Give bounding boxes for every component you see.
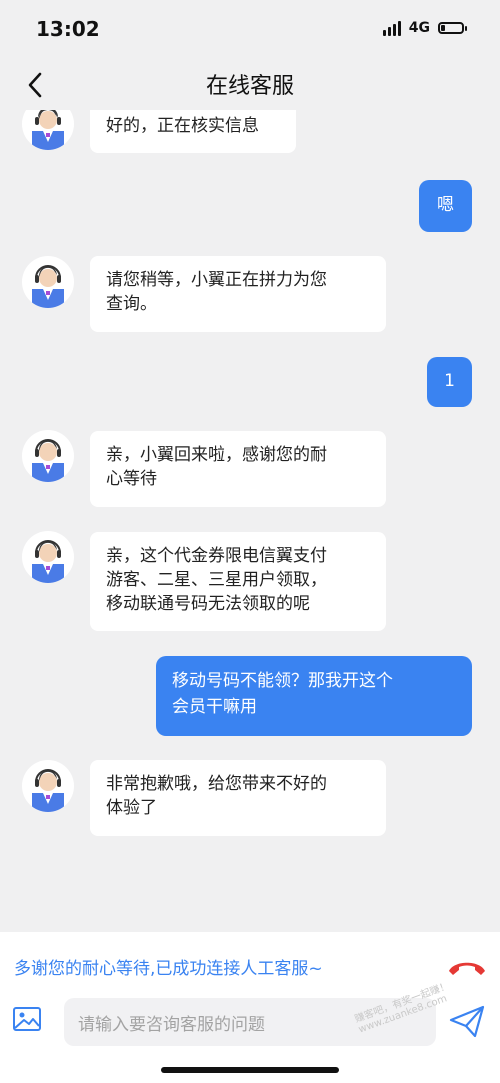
- home-indicator[interactable]: [161, 1067, 339, 1073]
- agent-avatar-icon: [32, 265, 64, 308]
- message-line: 游客、二星、三星用户领取，: [106, 570, 327, 590]
- status-indicators: 4G: [382, 20, 467, 36]
- battery-icon: [438, 22, 467, 34]
- battery-level: [441, 25, 445, 31]
- input-placeholder: 请输入要咨询客服的问题: [78, 1015, 265, 1035]
- status-time: 13:02: [36, 17, 100, 41]
- network-label: 4G: [408, 20, 430, 36]
- message-text: 好的，正在核实信息: [106, 116, 259, 136]
- message-line: 亲，这个代金券限电信翼支付: [106, 546, 327, 566]
- status-bar: 13:02 4G: [0, 0, 500, 60]
- agent-avatar-icon: [32, 769, 64, 812]
- agent-message: 亲，这个代金券限电信翼支付 游客、二星、三星用户领取， 移动联通号码无法领取的呢: [90, 532, 386, 631]
- message-line: 亲，小翼回来啦，感谢您的耐: [106, 445, 327, 465]
- message-line: 体验了: [106, 798, 157, 818]
- message-line: 查询。: [106, 294, 157, 314]
- agent-message: 非常抱歉哦，给您带来不好的 体验了: [90, 760, 386, 836]
- user-message: 1: [427, 357, 472, 407]
- message-line: 非常抱歉哦，给您带来不好的: [106, 774, 327, 794]
- agent-avatar: [22, 531, 74, 583]
- signal-icon: [382, 20, 401, 36]
- chat-area[interactable]: 好的，正在核实信息 嗯 请您稍等，小翼正在拼力为您 查询。 1 亲，小翼回来啦，…: [0, 110, 500, 932]
- message-line: 心等待: [106, 469, 157, 489]
- message-text: 1: [444, 371, 455, 391]
- agent-message: 请您稍等，小翼正在拼力为您 查询。: [90, 256, 386, 332]
- message-line: 会员干嘛用: [172, 697, 257, 717]
- nav-bar: 在线客服: [0, 60, 500, 110]
- agent-message: 亲，小翼回来啦，感谢您的耐 心等待: [90, 431, 386, 507]
- agent-avatar-icon: [32, 110, 64, 150]
- agent-avatar: [22, 430, 74, 482]
- user-message: 移动号码不能领？那我开这个 会员干嘛用: [156, 656, 472, 736]
- page-title: 在线客服: [205, 74, 294, 99]
- message-line: 请您稍等，小翼正在拼力为您: [106, 270, 327, 290]
- agent-avatar: [22, 256, 74, 308]
- connection-notice: 多谢您的耐心等待,已成功连接人工客服~: [14, 959, 323, 979]
- agent-avatar-icon: [32, 439, 64, 482]
- message-line: 移动联通号码无法领取的呢: [106, 594, 310, 614]
- agent-message: 好的，正在核实信息: [90, 110, 296, 153]
- agent-avatar: [22, 110, 74, 150]
- send-icon[interactable]: [448, 1002, 486, 1040]
- agent-avatar: [22, 760, 74, 812]
- image-icon[interactable]: [12, 1004, 42, 1034]
- agent-avatar-icon: [32, 540, 64, 583]
- message-line: 移动号码不能领？那我开这个: [172, 671, 393, 691]
- user-message: 嗯: [419, 180, 472, 232]
- message-text: 嗯: [437, 195, 454, 215]
